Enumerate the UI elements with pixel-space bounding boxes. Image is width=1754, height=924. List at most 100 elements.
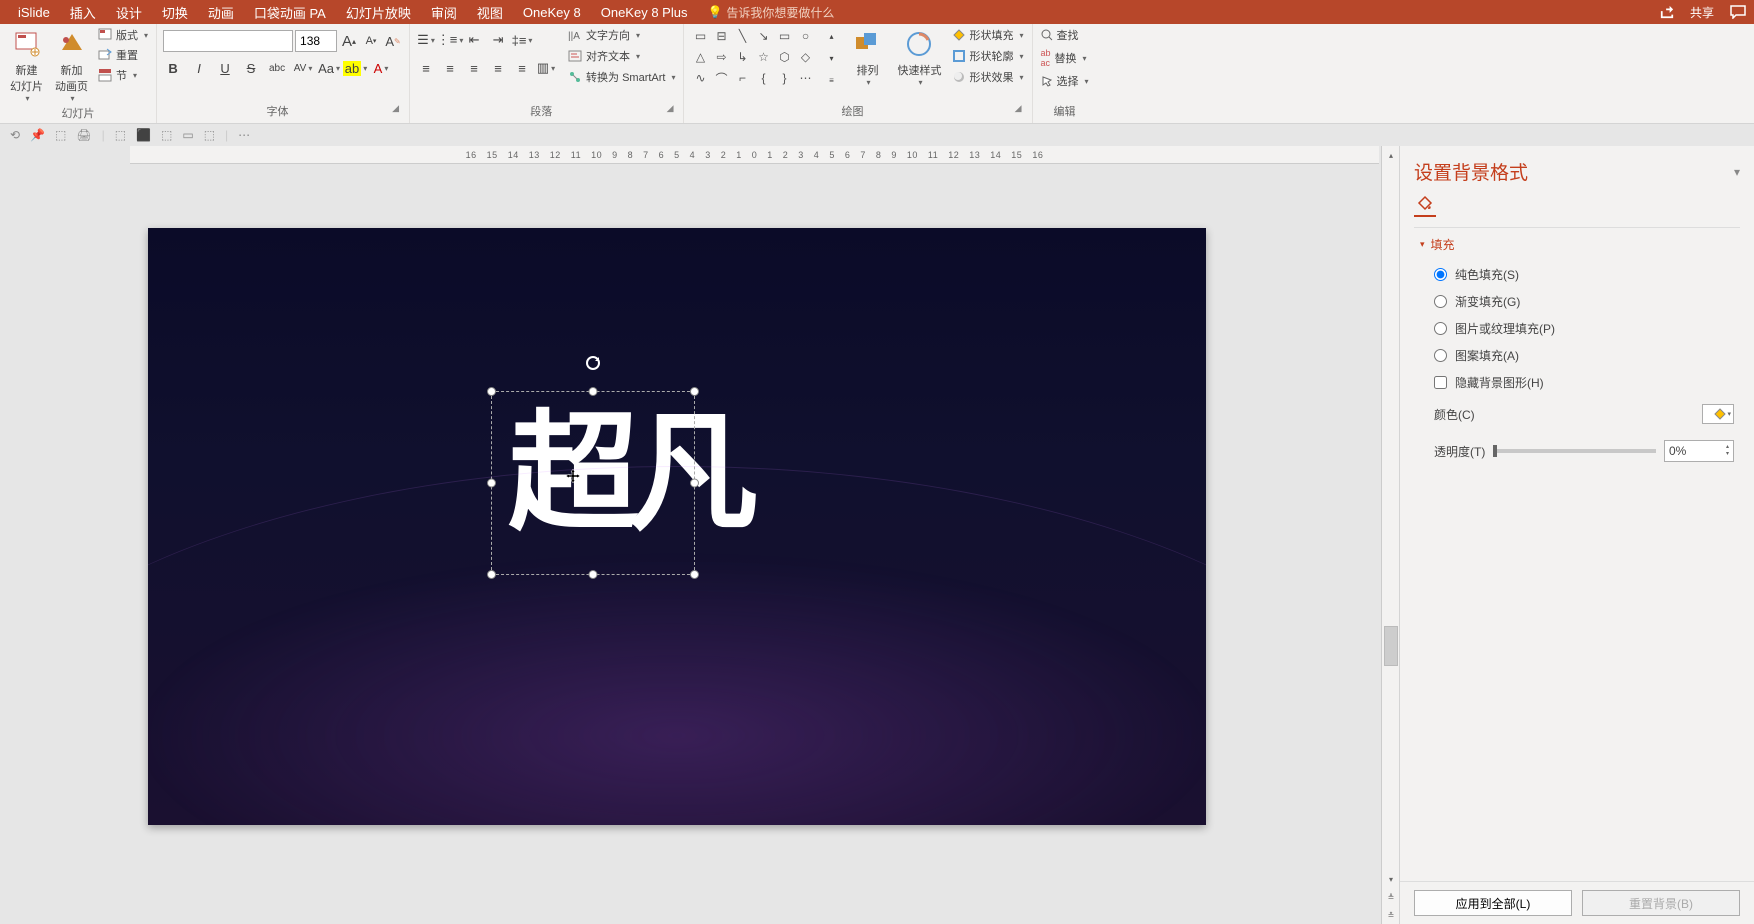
char-spacing-button[interactable]: AV▾ [293, 58, 313, 78]
resize-handle-nw[interactable] [487, 387, 496, 396]
font-dialog-launcher[interactable]: ◢ [392, 103, 403, 121]
shape-textbox-icon[interactable]: ▭ [690, 26, 710, 46]
increase-indent-button[interactable]: ⇥ [488, 30, 508, 50]
change-case-button[interactable]: Aa▾ [319, 58, 339, 78]
menu-tab-pocket-anim[interactable]: 口袋动画 PA [244, 0, 336, 24]
decrease-font-icon[interactable]: A▾ [361, 31, 381, 51]
line-spacing-button[interactable]: ‡≡▾ [512, 30, 532, 50]
font-name-input[interactable] [163, 30, 293, 52]
menu-tab-review[interactable]: 审阅 [421, 0, 467, 24]
hide-bg-checkbox-input[interactable] [1434, 376, 1447, 389]
solid-fill-radio-input[interactable] [1434, 268, 1447, 281]
shapes-gallery[interactable]: ▭ ⊟ ╲ ↘ ▭ ○ △ ⇨ ↳ ☆ ⬡ ◇ ∿ ⌒ ⌐ { } ⋯ [690, 26, 815, 88]
comments-icon[interactable] [1730, 5, 1746, 19]
convert-smartart-button[interactable]: 转换为 SmartArt▾ [566, 68, 677, 86]
menu-tab-onekey8plus[interactable]: OneKey 8 Plus [591, 0, 698, 24]
resize-handle-sw[interactable] [487, 570, 496, 579]
increase-font-icon[interactable]: A▴ [339, 31, 359, 51]
bold-button[interactable]: B [163, 58, 183, 78]
shape-curve-icon[interactable]: ∿ [690, 68, 710, 88]
align-right-button[interactable]: ≡ [464, 58, 484, 78]
shape-rect-icon[interactable]: ▭ [774, 26, 794, 46]
pattern-fill-radio-input[interactable] [1434, 349, 1447, 362]
menu-tab-transitions[interactable]: 切换 [152, 0, 198, 24]
next-slide-icon[interactable]: ≛ [1382, 906, 1399, 924]
resize-handle-n[interactable] [589, 387, 598, 396]
font-color-button[interactable]: A▾ [371, 58, 391, 78]
tell-me-search[interactable]: 💡 告诉我你想要做什么 [707, 4, 834, 21]
menu-tab-insert[interactable]: 插入 [60, 0, 106, 24]
shape-arrow-icon[interactable]: ↘ [753, 26, 773, 46]
shape-elbow-icon[interactable]: ↳ [732, 47, 752, 67]
shape-arc-icon[interactable]: ⌒ [711, 68, 731, 88]
bullets-button[interactable]: ☰▾ [416, 30, 436, 50]
qat-btn-5[interactable]: ⬚ [115, 128, 126, 142]
rotation-handle[interactable] [585, 355, 601, 371]
qat-btn-3[interactable]: ⬚ [55, 128, 66, 142]
shape-connector-icon[interactable]: ⌐ [732, 68, 752, 88]
hide-bg-checkbox[interactable]: 隐藏背景图形(H) [1434, 369, 1734, 396]
fill-tab-icon[interactable] [1414, 195, 1436, 217]
shape-callout-icon[interactable]: ◇ [795, 47, 815, 67]
shape-oval-icon[interactable]: ○ [795, 26, 815, 46]
slide[interactable]: 凡 超 [148, 228, 1206, 825]
resize-handle-s[interactable] [589, 570, 598, 579]
align-center-button[interactable]: ≡ [440, 58, 460, 78]
menu-tab-animations[interactable]: 动画 [198, 0, 244, 24]
shape-outline-button[interactable]: 形状轮廓▾ [951, 47, 1025, 65]
text-direction-button[interactable]: ||A 文字方向▾ [566, 26, 677, 44]
highlight-button[interactable]: ab▾ [345, 58, 365, 78]
shadow-button[interactable]: abc [267, 58, 287, 78]
qat-btn-2[interactable]: 📌 [30, 128, 45, 142]
pattern-fill-radio[interactable]: 图案填充(A) [1434, 342, 1734, 369]
transparency-slider[interactable] [1493, 449, 1656, 453]
align-left-button[interactable]: ≡ [416, 58, 436, 78]
underline-button[interactable]: U [215, 58, 235, 78]
gradient-fill-radio-input[interactable] [1434, 295, 1447, 308]
gallery-up-icon[interactable]: ▴ [821, 26, 841, 46]
qat-btn-4[interactable]: 🖨 [76, 128, 91, 142]
qat-btn-7[interactable]: ⬚ [161, 128, 172, 142]
color-picker-button[interactable]: ▾ [1702, 404, 1734, 424]
columns-button[interactable]: ▥▾ [536, 58, 556, 78]
share-button[interactable] [1660, 5, 1674, 19]
align-text-button[interactable]: 对齐文本▾ [566, 47, 677, 65]
menu-tab-onekey8[interactable]: OneKey 8 [513, 0, 591, 24]
decrease-indent-button[interactable]: ⇤ [464, 30, 484, 50]
resize-handle-se[interactable] [690, 570, 699, 579]
italic-button[interactable]: I [189, 58, 209, 78]
replace-button[interactable]: abac 替换▾ [1039, 47, 1091, 69]
transparency-thumb[interactable] [1493, 445, 1497, 457]
justify-button[interactable]: ≡ [488, 58, 508, 78]
prev-slide-icon[interactable]: ≜ [1382, 888, 1399, 906]
select-button[interactable]: 选择▾ [1039, 72, 1091, 90]
picture-fill-radio-input[interactable] [1434, 322, 1447, 335]
selected-textbox[interactable]: 超 [483, 383, 703, 583]
gallery-down-icon[interactable]: ▾ [821, 48, 841, 68]
shape-more-icon[interactable]: ⋯ [795, 68, 815, 88]
find-button[interactable]: 查找 [1039, 26, 1091, 44]
distributed-button[interactable]: ≡ [512, 58, 532, 78]
shape-effects-button[interactable]: 形状效果▾ [951, 68, 1025, 86]
shape-vtextbox-icon[interactable]: ⊟ [711, 26, 731, 46]
solid-fill-radio[interactable]: 纯色填充(S) [1434, 261, 1734, 288]
shape-line-icon[interactable]: ╲ [732, 26, 752, 46]
share-label[interactable]: 共享 [1690, 4, 1714, 21]
new-anim-page-button[interactable]: 新加 动画页 ▾ [51, 26, 92, 105]
qat-btn-6[interactable]: ⬛ [136, 128, 151, 142]
strikethrough-button[interactable]: S [241, 58, 261, 78]
menu-tab-design[interactable]: 设计 [106, 0, 152, 24]
gradient-fill-radio[interactable]: 渐变填充(G) [1434, 288, 1734, 315]
shape-fill-button[interactable]: 形状填充▾ [951, 26, 1025, 44]
menu-tab-islide[interactable]: iSlide [8, 0, 60, 24]
font-size-input[interactable] [295, 30, 337, 52]
picture-fill-radio[interactable]: 图片或纹理填充(P) [1434, 315, 1734, 342]
clear-format-icon[interactable]: A✎ [383, 31, 403, 51]
arrange-button[interactable]: 排列▾ [847, 26, 887, 89]
new-slide-button[interactable]: 新建 幻灯片 ▾ [6, 26, 47, 105]
qat-btn-8[interactable]: ▭ [182, 128, 193, 142]
menu-tab-view[interactable]: 视图 [467, 0, 513, 24]
resize-handle-w[interactable] [487, 479, 496, 488]
scroll-down-icon[interactable]: ▾ [1382, 870, 1399, 888]
section-button[interactable]: 节▾ [96, 66, 150, 84]
